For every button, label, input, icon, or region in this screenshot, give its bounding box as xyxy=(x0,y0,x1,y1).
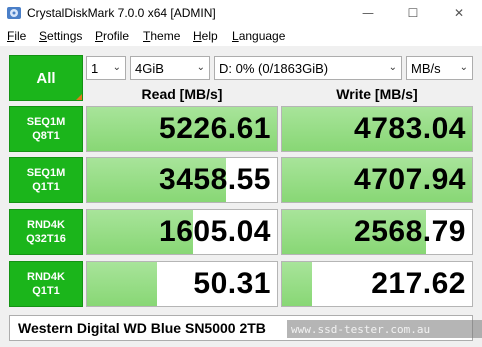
menu-file[interactable]: File xyxy=(7,29,26,43)
corner-marker xyxy=(76,94,82,100)
read-result-cell: 5226.61 xyxy=(86,106,278,152)
menu-theme-label: heme xyxy=(150,29,181,43)
read-result-cell: 50.31 xyxy=(86,261,278,307)
test-size-value: 4GiB xyxy=(135,60,164,76)
write-result-value: 217.62 xyxy=(371,267,466,300)
watermark: www.ssd-tester.com.au xyxy=(287,320,482,338)
chevron-down-icon: ⌄ xyxy=(388,62,397,73)
crystaldiskmark-app-icon xyxy=(7,7,21,19)
close-button[interactable]: ✕ xyxy=(436,0,482,26)
menu-bar: File Settings Profile Theme Help Languag… xyxy=(0,26,482,46)
write-result-value: 2568.79 xyxy=(354,215,466,248)
test-params: Q1T1 xyxy=(32,285,60,297)
minimize-button[interactable]: — xyxy=(345,0,391,26)
write-result-value: 4783.04 xyxy=(354,112,466,145)
test-name: SEQ1M xyxy=(26,116,66,128)
chevron-down-icon: ⌄ xyxy=(459,62,468,73)
drive-select[interactable]: D: 0% (0/1863GiB) ⌄ xyxy=(214,56,402,80)
menu-language-key: L xyxy=(232,29,239,43)
test-name: SEQ1M xyxy=(26,167,66,179)
read-result-bar xyxy=(87,262,158,306)
read-result-value: 3458.55 xyxy=(159,163,271,196)
all-button[interactable]: All xyxy=(9,55,83,101)
menu-profile-key: P xyxy=(95,29,104,43)
unit-select[interactable]: MB/s ⌄ xyxy=(406,56,473,80)
maximize-button[interactable]: ☐ xyxy=(390,0,436,26)
write-result-bar xyxy=(282,262,313,306)
menu-help-label: elp xyxy=(201,29,218,43)
write-result-cell: 2568.79 xyxy=(281,209,473,255)
test-name: RND4K xyxy=(27,271,65,283)
menu-language-label: anguage xyxy=(238,29,286,43)
write-header: Write [MB/s] xyxy=(336,86,418,102)
test-button-rnd4k-q32t16[interactable]: RND4K Q32T16 xyxy=(9,209,83,255)
menu-settings-key: S xyxy=(39,29,48,43)
menu-profile[interactable]: Profile xyxy=(95,29,129,43)
menu-help[interactable]: Help xyxy=(193,29,218,43)
test-size-select[interactable]: 4GiB ⌄ xyxy=(130,56,210,80)
menu-language[interactable]: Language xyxy=(232,29,285,43)
test-params: Q8T1 xyxy=(32,130,60,142)
read-result-value: 50.31 xyxy=(193,267,271,300)
write-result-cell: 217.62 xyxy=(281,261,473,307)
test-count-value: 1 xyxy=(91,60,99,76)
title-bar: CrystalDiskMark 7.0.0 x64 [ADMIN] — ☐ ✕ xyxy=(0,0,482,26)
chevron-down-icon: ⌄ xyxy=(196,62,205,73)
test-params: Q32T16 xyxy=(26,233,66,245)
read-result-cell: 1605.04 xyxy=(86,209,278,255)
menu-help-key: H xyxy=(193,29,202,43)
unit-value: MB/s xyxy=(411,60,441,76)
menu-settings-label: ettings xyxy=(47,29,83,43)
read-result-value: 1605.04 xyxy=(159,215,271,248)
drive-value: D: 0% (0/1863GiB) xyxy=(219,60,329,76)
write-result-value: 4707.94 xyxy=(354,163,466,196)
write-result-cell: 4783.04 xyxy=(281,106,473,152)
menu-theme[interactable]: Theme xyxy=(143,29,180,43)
test-button-seq1m-q8t1[interactable]: SEQ1M Q8T1 xyxy=(9,106,83,152)
test-button-seq1m-q1t1[interactable]: SEQ1M Q1T1 xyxy=(9,157,83,203)
test-button-rnd4k-q1t1[interactable]: RND4K Q1T1 xyxy=(9,261,83,307)
menu-file-label: ile xyxy=(14,29,27,43)
test-count-select[interactable]: 1 ⌄ xyxy=(86,56,126,80)
chevron-down-icon: ⌄ xyxy=(112,62,121,73)
test-name: RND4K xyxy=(27,219,65,231)
comment-text: Western Digital WD Blue SN5000 2TB xyxy=(18,320,266,336)
write-result-cell: 4707.94 xyxy=(281,157,473,203)
read-result-cell: 3458.55 xyxy=(86,157,278,203)
menu-settings[interactable]: Settings xyxy=(39,29,82,43)
all-button-label: All xyxy=(36,69,56,87)
read-result-value: 5226.61 xyxy=(159,112,271,145)
read-header: Read [MB/s] xyxy=(141,86,223,102)
test-params: Q1T1 xyxy=(32,181,60,193)
menu-profile-label: rofile xyxy=(103,29,130,43)
window-title: CrystalDiskMark 7.0.0 x64 [ADMIN] xyxy=(27,6,216,20)
